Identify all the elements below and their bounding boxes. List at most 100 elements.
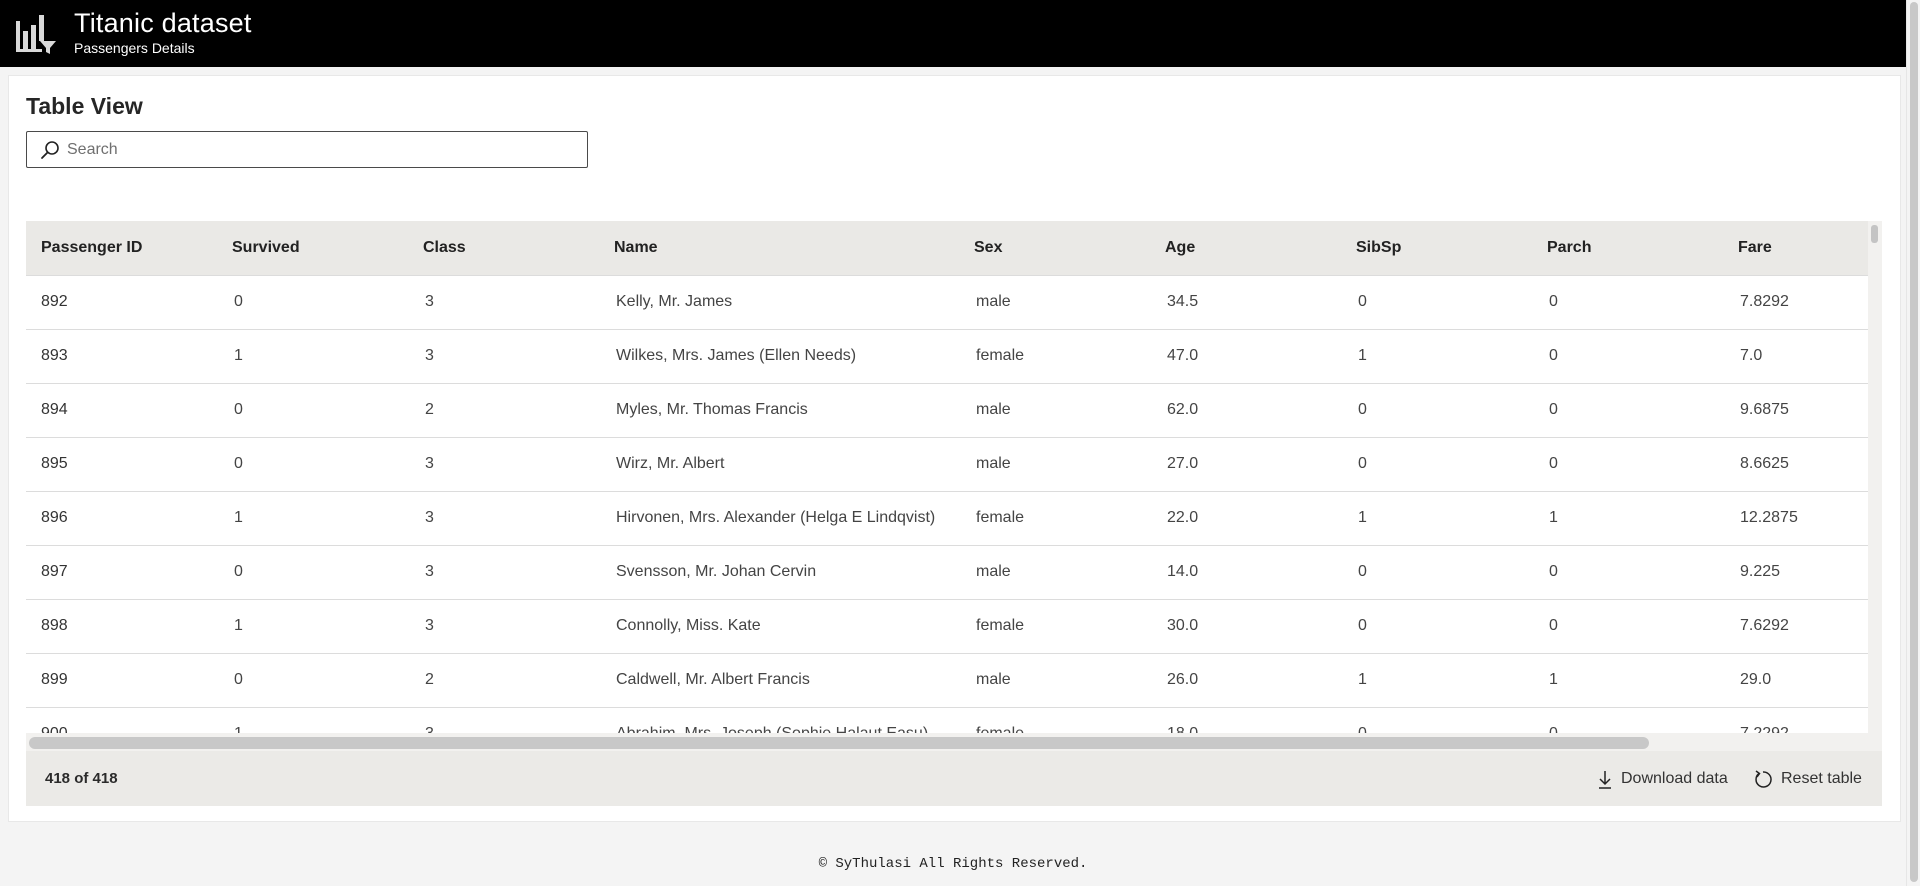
page-scrollbar[interactable] — [1906, 0, 1920, 886]
download-icon — [1599, 770, 1611, 789]
reset-table-label: Reset table — [1781, 769, 1862, 787]
cell-class: 3 — [408, 274, 599, 329]
column-header-class[interactable]: Class — [408, 221, 599, 275]
cell-parch: 0 — [1532, 598, 1723, 653]
cell-age: 26.0 — [1150, 652, 1341, 707]
table-horizontal-scrollbar[interactable] — [26, 733, 1868, 751]
cell-fare: 9.6875 — [1723, 382, 1868, 437]
cell-sibsp: 1 — [1341, 652, 1532, 707]
cell-age: 47.0 — [1150, 328, 1341, 383]
cell-parch: 0 — [1532, 274, 1723, 329]
cell-fare: 12.2875 — [1723, 490, 1868, 545]
app-subtitle: Passengers Details — [74, 40, 195, 56]
cell-sibsp: 1 — [1341, 490, 1532, 545]
cell-sex: male — [959, 382, 1150, 437]
cell-name: Kelly, Mr. James — [599, 274, 959, 329]
column-header-parch[interactable]: Parch — [1532, 221, 1723, 275]
cell-sex: male — [959, 544, 1150, 599]
cell-name: Myles, Mr. Thomas Francis — [599, 382, 959, 437]
cell-fare: 29.0 — [1723, 652, 1868, 707]
column-header-sex[interactable]: Sex — [959, 221, 1150, 275]
cell-survived: 0 — [217, 652, 408, 707]
cell-sex: male — [959, 436, 1150, 491]
table-horizontal-scrollbar-thumb[interactable] — [29, 737, 1649, 749]
cell-passenger-id: 892 — [26, 274, 217, 329]
table-row[interactable]: 899 0 2 Caldwell, Mr. Albert Francis male 26.… — [26, 652, 1868, 707]
cell-survived: 1 — [217, 490, 408, 545]
copyright-text: © SyThulasi All Rights Reserved. — [818, 856, 1088, 872]
cell-sex: female — [959, 328, 1150, 383]
table-footer-bar: 418 of 418 Download data Reset table — [26, 751, 1882, 806]
cell-passenger-id: 894 — [26, 382, 217, 437]
cell-class: 2 — [408, 382, 599, 437]
cell-age: 14.0 — [1150, 544, 1341, 599]
cell-parch: 0 — [1532, 544, 1723, 599]
cell-fare: 7.2292 — [1723, 706, 1868, 733]
cell-sibsp: 0 — [1341, 382, 1532, 437]
cell-fare: 7.0 — [1723, 328, 1868, 383]
table-header-row: Passenger ID Survived Class Name Sex Age… — [26, 221, 1868, 275]
data-table-container: Passenger ID Survived Class Name Sex Age… — [26, 221, 1882, 751]
table-row[interactable]: 90013Abrahim, Mrs. Joseph (Sophie Halaut… — [26, 706, 1868, 733]
cell-sex: female — [959, 598, 1150, 653]
cell-sibsp: 0 — [1341, 544, 1532, 599]
cell-age: 27.0 — [1150, 436, 1341, 491]
cell-class: 3 — [408, 706, 599, 733]
table-row[interactable]: 892 0 3 Kelly, Mr. James male 34.5 0 0 7.8292 — [26, 274, 1868, 329]
cell-class: 3 — [408, 544, 599, 599]
column-header-fare[interactable]: Fare — [1723, 221, 1868, 275]
page-scrollbar-thumb[interactable] — [1910, 2, 1918, 882]
cell-age: 18.0 — [1150, 706, 1341, 733]
column-header-age[interactable]: Age — [1150, 221, 1341, 275]
cell-sibsp: 0 — [1341, 274, 1532, 329]
cell-age: 34.5 — [1150, 274, 1341, 329]
cell-fare: 7.6292 — [1723, 598, 1868, 653]
cell-fare: 9.225 — [1723, 544, 1868, 599]
cell-name: Wirz, Mr. Albert — [599, 436, 959, 491]
table-row[interactable]: 893 1 3 Wilkes, Mrs. James (Ellen Needs) fem… — [26, 328, 1868, 383]
cell-sibsp: 0 — [1341, 706, 1532, 733]
cell-parch: 1 — [1532, 490, 1723, 545]
cell-survived: 1 — [217, 328, 408, 383]
bar-chart-filter-icon — [16, 15, 56, 54]
search-input[interactable] — [67, 140, 567, 159]
cell-age: 22.0 — [1150, 490, 1341, 545]
cell-parch: 0 — [1532, 382, 1723, 437]
column-header-sibsp[interactable]: SibSp — [1341, 221, 1532, 275]
cell-class: 3 — [408, 490, 599, 545]
cell-parch: 0 — [1532, 328, 1723, 383]
table-row[interactable]: 895 0 3 Wirz, Mr. Albert male 27.0 0 0 8.6625 — [26, 436, 1868, 491]
section-title: Table View — [26, 93, 143, 119]
reset-icon — [1755, 769, 1772, 788]
cell-age: 30.0 — [1150, 598, 1341, 653]
cell-sibsp: 0 — [1341, 436, 1532, 491]
reset-table-button[interactable]: Reset table — [1753, 769, 1862, 789]
table-row[interactable]: 898 1 3 Connolly, Miss. Kate female 30.0 0 0 7.6… — [26, 598, 1868, 653]
table-vertical-scrollbar-thumb[interactable] — [1871, 225, 1878, 243]
cell-name: Connolly, Miss. Kate — [599, 598, 959, 653]
table-vertical-scrollbar[interactable] — [1868, 221, 1882, 733]
search-box[interactable] — [26, 131, 588, 168]
cell-parch: 0 — [1532, 706, 1723, 733]
column-header-passenger-id[interactable]: Passenger ID — [26, 221, 217, 275]
cell-sibsp: 1 — [1341, 328, 1532, 383]
table-row[interactable]: 894 0 2 Myles, Mr. Thomas Francis male 62.0 0 0… — [26, 382, 1868, 437]
column-header-survived[interactable]: Survived — [217, 221, 408, 275]
column-header-name[interactable]: Name — [599, 221, 959, 275]
download-data-button[interactable]: Download data — [1597, 769, 1728, 789]
cell-sex: female — [959, 706, 1150, 733]
data-table-viewport: Passenger ID Survived Class Name Sex Age… — [26, 221, 1868, 733]
table-row[interactable]: 896 1 3 Hirvonen, Mrs. Alexander (Helga E L… — [26, 490, 1868, 545]
cell-survived: 1 — [217, 598, 408, 653]
cell-name: Svensson, Mr. Johan Cervin — [599, 544, 959, 599]
search-icon — [41, 140, 59, 159]
cell-passenger-id: 899 — [26, 652, 217, 707]
cell-class: 3 — [408, 436, 599, 491]
cell-class: 3 — [408, 598, 599, 653]
cell-fare: 8.6625 — [1723, 436, 1868, 491]
cell-age: 62.0 — [1150, 382, 1341, 437]
download-data-label: Download data — [1621, 769, 1728, 787]
table-row[interactable]: 897 0 3 Svensson, Mr. Johan Cervin male 14.0 0… — [26, 544, 1868, 599]
cell-passenger-id: 893 — [26, 328, 217, 383]
table-body: 892 0 3 Kelly, Mr. James male 34.5 0 0 7.8292 893… — [26, 274, 1868, 733]
